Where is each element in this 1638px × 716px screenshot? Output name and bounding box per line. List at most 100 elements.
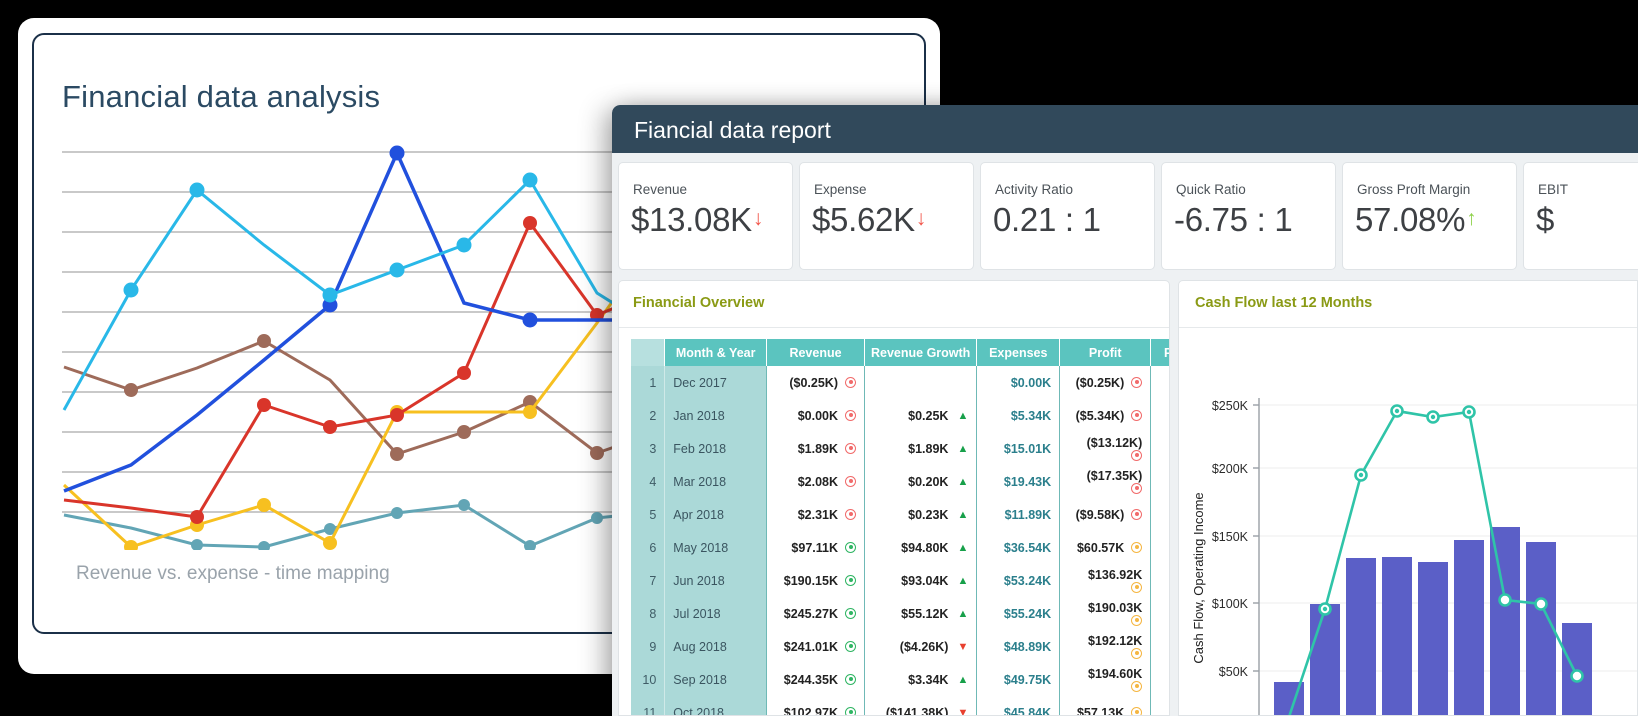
cell-truncated [1151,630,1169,663]
cell-profit: $57.13K [1059,696,1152,715]
column-header-index[interactable] [631,339,666,366]
table-row[interactable]: 8 Jul 2018 $245.27K $55.12K ▲ $55.24K $190.03K [631,597,1169,630]
page-title: Financial data analysis [62,79,381,114]
trend-up-icon: ▲ [957,541,969,554]
cell-revenue: ($0.25K) [766,366,865,399]
cell-revenue: $241.01K [766,630,865,663]
status-dot-wrap [1068,647,1143,660]
ytick-250k: $250K [1212,399,1249,413]
status-dot-green [845,706,856,715]
cell-profit: $194.60K [1059,663,1152,696]
cell-index: 5 [631,498,666,531]
kpi-card-ebit[interactable]: EBIT $ [1523,162,1638,270]
ytick-150k: $150K [1212,530,1249,544]
table-row[interactable]: 7 Jun 2018 $190.15K $93.04K ▲ $53.24K $136.92K [631,564,1169,597]
trend-down-icon: ↓ [915,207,927,230]
cell-index: 9 [631,630,666,663]
table-row[interactable]: 5 Apr 2018 $2.31K $0.23K ▲ $11.89K ($9.58K) [631,498,1169,531]
kpi-label: Revenue [633,182,688,197]
cell-truncated [1151,399,1169,432]
column-header-truncated[interactable]: Pr [1150,339,1169,366]
table-row[interactable]: 10 Sep 2018 $244.35K $3.34K ▲ $49.75K $194.60K [631,663,1169,696]
cell-profit: ($9.58K) [1059,498,1152,531]
status-dot-green [845,607,856,619]
kpi-card-expense[interactable]: Expense $5.62K↓ [799,162,974,270]
table-header-row: Month & Year Revenue Revenue Growth Expe… [631,339,1169,366]
cell-expenses: $53.24K [976,564,1061,597]
cell-profit: $190.03K [1059,597,1152,630]
status-dot-red [845,475,856,487]
trend-down-icon: ▼ [957,640,969,653]
table-row[interactable]: 6 May 2018 $97.11K $94.80K ▲ $36.54K $60.57K [631,531,1169,564]
kpi-card-revenue[interactable]: Revenue $13.08K↓ [618,162,793,270]
ytick-50k: $50K [1219,665,1249,679]
table-row[interactable]: 2 Jan 2018 $0.00K $0.25K ▲ $5.34K ($5.34K) [631,399,1169,432]
status-dot-amber [1131,680,1143,692]
kpi-label: Gross Proft Margin [1357,182,1471,197]
report-title: Fiancial data report [634,117,831,143]
trend-up-icon: ▲ [957,409,969,422]
status-dot-red [845,376,856,388]
trend-up-icon: ▲ [957,508,969,521]
table-row[interactable]: 4 Mar 2018 $2.08K $0.20K ▲ $19.43K ($17.35K) [631,465,1169,498]
status-dot-wrap [1068,680,1143,693]
cell-expenses: $45.84K [976,696,1061,715]
trend-up-icon: ↑ [1466,207,1477,230]
trend-up-icon: ▲ [957,607,969,620]
cell-revenue-growth: $3.34K ▲ [864,663,978,696]
column-header-expenses[interactable]: Expenses [976,339,1061,366]
cash-flow-panel: Cash Flow last 12 Months $250K $200K $15… [1178,280,1638,716]
column-header-profit[interactable]: Profit [1059,339,1152,366]
cell-expenses: $15.01K [976,432,1061,465]
financial-overview-panel: Financial Overview Month & Year Revenue … [618,280,1170,716]
cell-month: Jul 2018 [664,597,768,630]
cell-expenses: $48.89K [976,630,1061,663]
status-dot-red [1131,409,1143,421]
cell-month: Jun 2018 [664,564,768,597]
status-dot-green [845,640,856,652]
table-row[interactable]: 3 Feb 2018 $1.89K $1.89K ▲ $15.01K ($13.12K) [631,432,1169,465]
column-header-revenue[interactable]: Revenue [766,339,865,366]
status-dot-amber [1131,706,1143,715]
cell-month: Sep 2018 [664,663,768,696]
cell-index: 3 [631,432,666,465]
table-row[interactable]: 11 Oct 2018 $102.97K ($141.38K) ▼ $45.84K $57.… [631,696,1169,716]
status-dot-green [845,673,856,685]
kpi-card-gross-profit-margin[interactable]: Gross Proft Margin 57.08%↑ [1342,162,1517,270]
status-dot-red [1131,449,1143,461]
trend-up-icon: ▲ [957,673,969,686]
kpi-card-quick-ratio[interactable]: Quick Ratio -6.75 : 1 [1161,162,1336,270]
ytick-200k: $200K [1212,462,1249,476]
status-dot-green [845,541,856,553]
status-dot-red [1131,508,1143,520]
trend-down-icon: ▼ [957,706,969,716]
financial-overview-table[interactable]: Month & Year Revenue Revenue Growth Expe… [631,339,1169,716]
kpi-card-activity-ratio[interactable]: Activity Ratio 0.21 : 1 [980,162,1155,270]
cell-month: Aug 2018 [664,630,768,663]
cell-truncated [1151,432,1169,465]
column-header-revenue-growth[interactable]: Revenue Growth [864,339,978,366]
cell-month: Jan 2018 [664,399,768,432]
column-header-month[interactable]: Month & Year [664,339,768,366]
cell-revenue-growth: $93.04K ▲ [864,564,978,597]
trend-down-icon: ↓ [752,207,764,230]
cell-truncated [1151,498,1169,531]
cell-profit: ($17.35K) [1059,465,1152,498]
trend-up-icon: ▲ [957,442,969,455]
cell-truncated [1151,696,1169,715]
cell-revenue-growth: $0.20K ▲ [864,465,978,498]
status-dot-wrap [1068,449,1143,462]
cell-index: 4 [631,465,666,498]
status-dot-red [845,409,856,421]
cell-index: 2 [631,399,666,432]
kpi-value: $13.08K↓ [631,201,764,238]
cell-expenses: $49.75K [976,663,1061,696]
table-row[interactable]: 1 Dec 2017 ($0.25K) $0.00K ($0.25K) [631,366,1169,399]
status-dot-amber [1131,541,1143,553]
cell-truncated [1151,366,1169,399]
kpi-strip: Revenue $13.08K↓ Expense $5.62K↓ Activit… [612,162,1638,274]
table-row[interactable]: 9 Aug 2018 $241.01K ($4.26K) ▼ $48.89K $192.12… [631,630,1169,663]
cell-revenue: $1.89K [766,432,865,465]
divider [619,327,1169,328]
status-dot-red [1131,482,1143,494]
